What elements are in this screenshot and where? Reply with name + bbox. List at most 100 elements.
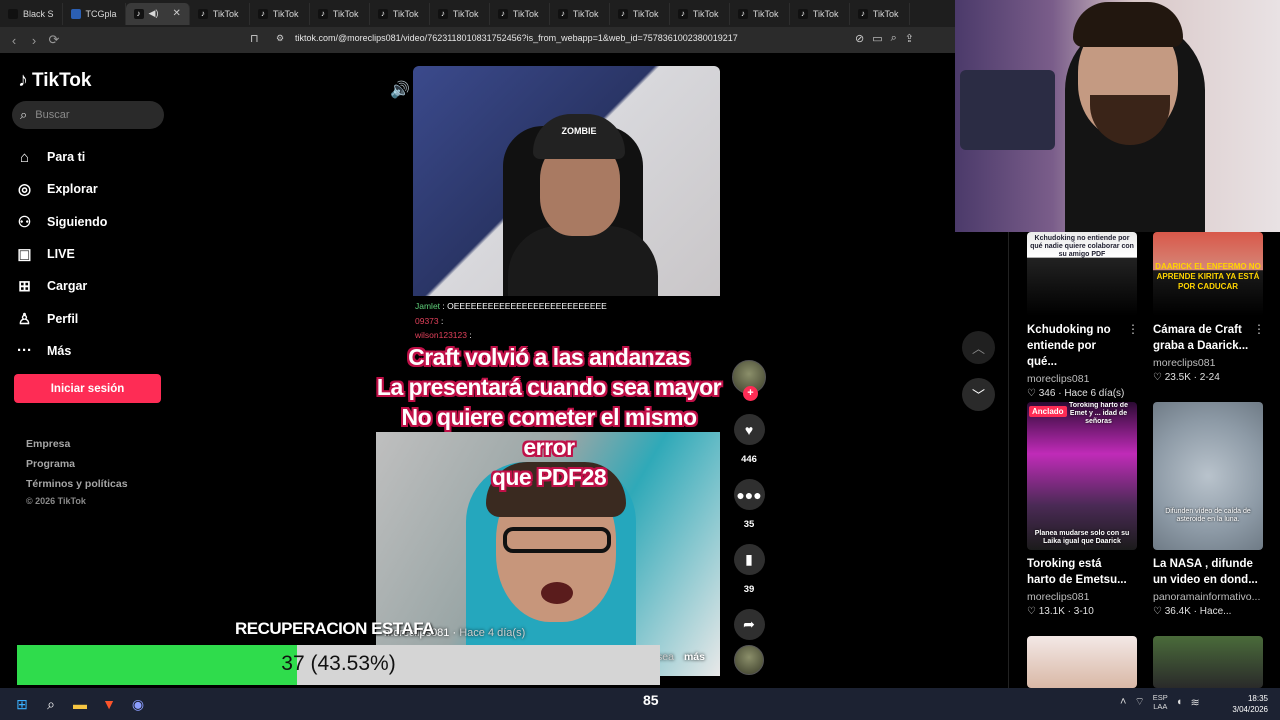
rec-author[interactable]: moreclips081 <box>1153 357 1265 369</box>
browser-tab[interactable]: ♪ TikTok <box>550 2 610 25</box>
sidebar-item-perfil[interactable]: ♙ Perfil <box>16 302 166 334</box>
sidebar-item-para-ti[interactable]: ⌂ Para ti <box>16 141 166 173</box>
footer-link-programa[interactable]: Programa <box>26 454 128 474</box>
tab-label: TikTok <box>212 8 239 19</box>
zoom-icon[interactable]: ⌕ <box>891 32 897 45</box>
windows-start-icon[interactable]: ⊞ <box>11 693 33 715</box>
search-placeholder: Buscar <box>35 109 70 121</box>
chevron-up-icon[interactable]: ˄ <box>1120 696 1126 708</box>
audio-playing-icon[interactable]: ◀) <box>149 8 159 19</box>
heart-icon[interactable]: ♥ <box>733 414 765 445</box>
share-arrow-icon[interactable]: ➦ <box>733 609 765 640</box>
browser-tab[interactable]: ♪ TikTok <box>310 2 370 25</box>
rec-thumbnail[interactable] <box>1153 636 1263 688</box>
sidebar-item-explorar[interactable]: ◎ Explorar <box>16 173 166 205</box>
footer-link-terms[interactable]: Términos y políticas <box>26 474 128 494</box>
follow-plus-icon[interactable]: + <box>743 386 758 401</box>
creator-avatar[interactable]: + <box>732 360 766 401</box>
url-field[interactable]: tiktok.com/@moreclips081/video/762311801… <box>295 33 738 43</box>
search-input[interactable]: ⌕ Buscar <box>12 101 164 129</box>
browser-toolbar: ‹ › ⟳ ⊓ ⚙ tiktok.com/@moreclips081/video… <box>0 27 955 53</box>
rec-thumbnail[interactable]: Difunden vídeo de caída de asteroide en … <box>1153 402 1263 550</box>
browser-tab[interactable]: ♪ TikTok <box>250 2 310 25</box>
reload-icon[interactable]: ⟳ <box>44 32 64 48</box>
volume-icon[interactable]: 🔊 <box>390 80 410 100</box>
reader-icon[interactable]: ▭ <box>872 32 882 45</box>
file-explorer-icon[interactable]: ▬ <box>69 693 91 715</box>
rec-thumbnail[interactable]: Kchudoking no entiende por qué nadie qui… <box>1027 232 1137 316</box>
no-tracking-icon[interactable]: ⊘ <box>855 32 864 45</box>
browser-tab[interactable]: ♪ TikTok <box>190 2 250 25</box>
network-icon[interactable]: ⌔ <box>1134 695 1144 709</box>
rec-thumbnail[interactable]: Anclado Toroking harto de Emet y ... ida… <box>1027 402 1137 550</box>
share-icon[interactable]: ⇪ <box>905 32 914 45</box>
discord-icon[interactable]: ◉ <box>127 693 149 715</box>
sound-disc-icon[interactable] <box>734 645 764 675</box>
sidebar-item-live[interactable]: ▣ LIVE <box>16 238 166 270</box>
rec-thumbnail[interactable] <box>1027 636 1137 688</box>
bookmark-icon[interactable]: ▮ <box>733 544 765 575</box>
browser-tab[interactable]: ♪ TikTok <box>790 2 850 25</box>
rec-card[interactable] <box>1027 636 1139 688</box>
comment-action[interactable]: ●●● 35 <box>730 479 768 530</box>
tab-label: TikTok <box>872 8 899 19</box>
browser-tab[interactable]: ♪ TikTok <box>430 2 490 25</box>
cap-text: ZOMBIE <box>561 126 597 136</box>
tcg-logo-icon <box>70 8 81 19</box>
rec-card[interactable]: DAARICK EL ENFERMO NO APRENDE KIRITA YA … <box>1153 232 1265 383</box>
tiktok-logo-icon: ♪ <box>857 8 868 19</box>
video-caption: Craft volvió a las andanzas La presentar… <box>376 342 722 492</box>
sidebar-item-siguiendo[interactable]: ⚇ Siguiendo <box>16 206 166 238</box>
sidebar-item-cargar[interactable]: ⊞ Cargar <box>16 270 166 302</box>
video-top-camera[interactable]: ZOMBIE <box>413 66 720 296</box>
sidebar-item-más[interactable]: ··· Más <box>16 335 166 367</box>
rec-card[interactable]: Anclado Toroking harto de Emet y ... ida… <box>1027 402 1139 617</box>
rec-card[interactable]: Difunden vídeo de caída de asteroide en … <box>1153 402 1265 617</box>
wifi-icon[interactable]: ≋ <box>1190 696 1199 709</box>
tab-label: TCGpla <box>85 8 117 19</box>
browser-tab[interactable]: ♪ TikTok <box>730 2 790 25</box>
browser-tab[interactable]: ♪ TikTok <box>370 2 430 25</box>
back-icon[interactable]: ‹ <box>4 33 24 48</box>
browser-tab[interactable]: Black S <box>0 2 63 25</box>
see-more[interactable]: sea más <box>657 651 705 663</box>
footer-link-empresa[interactable]: Empresa <box>26 434 128 454</box>
like-count: 446 <box>741 454 757 465</box>
rec-author[interactable]: panoramainformativo... <box>1153 591 1265 603</box>
rec-card[interactable]: Kchudoking no entiende por qué nadie qui… <box>1027 232 1139 399</box>
bookmark-icon[interactable]: ⊓ <box>250 32 259 45</box>
chevron-up-icon[interactable]: ︿ <box>962 331 995 364</box>
browser-tab[interactable]: ♪ TikTok <box>850 2 910 25</box>
taskbar-clock[interactable]: 18:35 3/04/2026 <box>1228 693 1268 715</box>
more-options-icon[interactable]: ⋮ <box>1253 322 1265 336</box>
rec-thumbnail[interactable]: DAARICK EL ENFERMO NO APRENDE KIRITA YA … <box>1153 232 1263 316</box>
language-indicator[interactable]: ESP LAA <box>1153 693 1168 711</box>
like-action[interactable]: ♥ 446 <box>730 414 768 465</box>
volume-icon[interactable]: ◖ <box>1176 696 1183 708</box>
search-icon[interactable]: ⌕ <box>40 693 62 715</box>
browser-tab[interactable]: ♪ TikTok <box>490 2 550 25</box>
rec-title: Cámara de Craft graba a Daarick... <box>1153 324 1249 352</box>
browser-tab[interactable]: TCGpla <box>63 2 126 25</box>
streamer-cap: ZOMBIE <box>533 114 625 159</box>
save-action[interactable]: ▮ 39 <box>730 544 768 595</box>
tiktok-logo[interactable]: ♪ TikTok <box>18 69 91 92</box>
site-settings-icon[interactable]: ⚙ <box>276 33 284 44</box>
streamer-hair <box>1073 2 1183 47</box>
streamer-mouth <box>541 582 573 604</box>
brave-browser-icon[interactable]: ▼ <box>98 693 120 715</box>
browser-tab[interactable]: ♪ TikTok <box>610 2 670 25</box>
rec-author[interactable]: moreclips081 <box>1027 591 1139 603</box>
login-button[interactable]: Iniciar sesión <box>14 374 161 403</box>
comment-icon[interactable]: ●●● <box>733 479 765 510</box>
browser-tab[interactable]: ♪ TikTok <box>670 2 730 25</box>
close-icon[interactable]: ✕ <box>172 8 180 19</box>
chevron-down-icon[interactable]: ﹀ <box>962 378 995 411</box>
rec-author[interactable]: moreclips081 <box>1027 373 1139 385</box>
lang-line1: ESP <box>1152 693 1168 702</box>
more-options-icon[interactable]: ⋮ <box>1127 322 1139 336</box>
forward-icon[interactable]: › <box>24 33 44 48</box>
browser-tab[interactable]: ♪ ◀) ✕ <box>125 2 190 25</box>
see-more-link[interactable]: más <box>684 651 705 663</box>
rec-card[interactable] <box>1153 636 1265 688</box>
